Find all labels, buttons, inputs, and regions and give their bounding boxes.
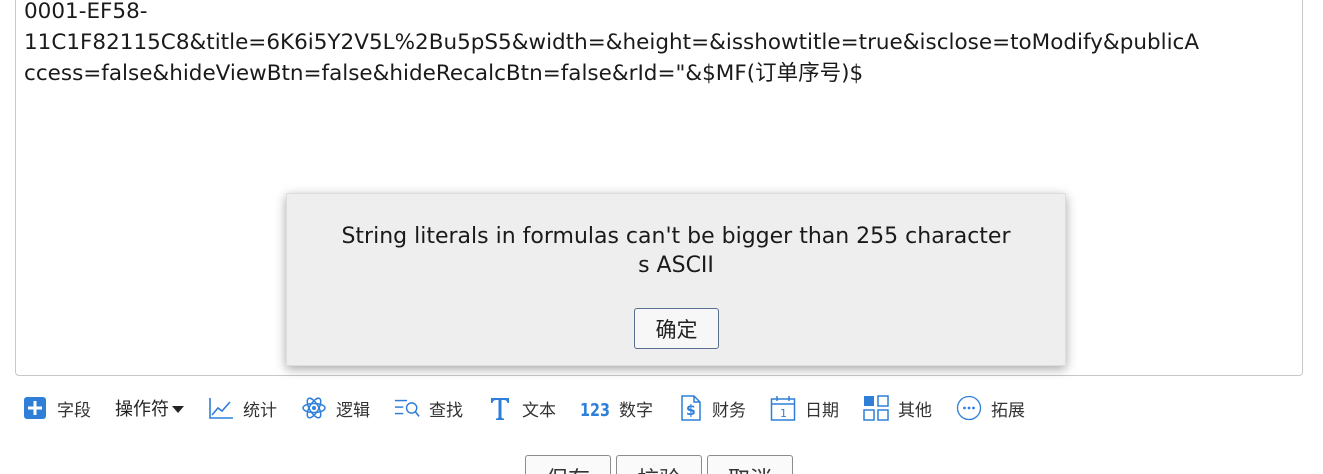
toolbar-item-label: 财务 xyxy=(712,400,746,421)
toolbar-item-operator[interactable]: 操作符 xyxy=(115,393,184,423)
toolbar-item-label: 逻辑 xyxy=(336,400,370,421)
svg-text:1: 1 xyxy=(780,407,787,420)
plus-square-icon xyxy=(22,395,48,421)
toolbar-item-number[interactable]: 123 数字 xyxy=(580,393,653,423)
error-message-line: String literals in formulas can't be big… xyxy=(341,224,1011,249)
toolbar-item-label: 日期 xyxy=(805,400,839,421)
toolbar-item-label: 字段 xyxy=(57,400,91,421)
toolbar-item-label: 操作符 xyxy=(115,399,169,420)
ok-button[interactable]: 确定 xyxy=(634,308,719,349)
list-search-icon xyxy=(394,395,420,421)
formula-editor-page: 0001-EF58- 11C1F82115C8&title=6K6i5Y2V5L… xyxy=(0,0,1323,474)
error-dialog: String literals in formulas can't be big… xyxy=(286,193,1066,366)
dollar-doc-icon: $ xyxy=(677,395,703,421)
toolbar-item-label: 统计 xyxy=(243,400,277,421)
toolbar-item-date[interactable]: 1 日期 xyxy=(770,393,839,423)
toolbar-item-label: 查找 xyxy=(429,400,463,421)
toolbar-item-label: 拓展 xyxy=(991,400,1025,421)
svg-text:$: $ xyxy=(686,403,696,419)
save-button[interactable]: 保存 xyxy=(525,455,611,474)
ellipsis-circle-icon xyxy=(956,395,982,421)
line-chart-icon xyxy=(208,395,234,421)
caret-down-icon xyxy=(172,405,184,413)
toolbar-item-field[interactable]: 字段 xyxy=(22,393,91,423)
toolbar-item-label: 文本 xyxy=(522,400,556,421)
svg-text:123: 123 xyxy=(580,400,610,420)
calendar-icon: 1 xyxy=(770,395,796,421)
toolbar-item-extend[interactable]: 拓展 xyxy=(956,393,1025,423)
text-t-icon xyxy=(487,395,513,421)
toolbar-item-finance[interactable]: $ 财务 xyxy=(677,393,746,423)
toolbar-item-statistics[interactable]: 统计 xyxy=(208,393,277,423)
formula-line: ccess=false&hideViewBtn=false&hideRecalc… xyxy=(24,61,864,86)
toolbar-item-lookup[interactable]: 查找 xyxy=(394,393,463,423)
atom-icon xyxy=(301,395,327,421)
formula-line: 0001-EF58- xyxy=(24,0,148,24)
error-message-line: s ASCII xyxy=(638,253,714,278)
number-123-icon: 123 xyxy=(580,395,610,421)
toolbar-item-label: 其他 xyxy=(898,400,932,421)
error-message: String literals in formulas can't be big… xyxy=(287,222,1065,280)
toolbar-item-label: 数字 xyxy=(619,400,653,421)
toolbar-item-logic[interactable]: 逻辑 xyxy=(301,393,370,423)
toolbar-item-text[interactable]: 文本 xyxy=(487,393,556,423)
cancel-button[interactable]: 取消 xyxy=(707,455,793,474)
formula-line: 11C1F82115C8&title=6K6i5Y2V5L%2Bu5pS5&wi… xyxy=(24,30,1200,55)
function-toolbar: 字段 操作符 统计 逻辑 查找 文本 123 数字 $ 财务 1 日期 其他 拓… xyxy=(22,393,1049,423)
validate-button[interactable]: 校验 xyxy=(616,455,702,474)
formula-text[interactable]: 0001-EF58- 11C1F82115C8&title=6K6i5Y2V5L… xyxy=(24,0,1294,89)
grid-icon xyxy=(863,395,889,421)
toolbar-item-other[interactable]: 其他 xyxy=(863,393,932,423)
bottom-button-bar: 保存 校验 取消 xyxy=(525,455,798,474)
